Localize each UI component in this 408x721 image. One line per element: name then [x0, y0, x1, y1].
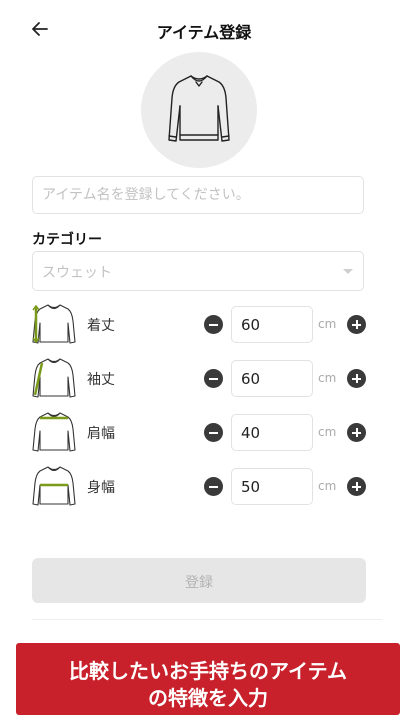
unit-label: cm	[318, 371, 337, 385]
submit-button[interactable]: 登録	[32, 558, 366, 603]
header: アイテム登録	[0, 0, 408, 60]
sweatshirt-shoulder-icon	[32, 412, 76, 452]
measure-row-chest: 身幅 cm	[0, 465, 408, 509]
category-selected-value: スウェット	[42, 265, 112, 281]
sweatshirt-length-icon	[32, 304, 76, 344]
banner-line-1: 比較したいお手持ちのアイテム	[69, 659, 347, 683]
measure-row-shoulder: 肩幅 cm	[0, 411, 408, 455]
length-input[interactable]	[231, 306, 313, 343]
sleeve-input[interactable]	[231, 360, 313, 397]
divider	[32, 619, 382, 620]
increment-button[interactable]	[347, 423, 366, 442]
unit-label: cm	[318, 479, 337, 493]
shoulder-input[interactable]	[231, 414, 313, 451]
sweatshirt-sleeve-icon	[32, 358, 76, 398]
increment-button[interactable]	[347, 477, 366, 496]
category-select[interactable]: スウェット	[32, 251, 364, 291]
category-label: カテゴリー	[32, 232, 102, 248]
sweatshirt-chest-icon	[32, 466, 76, 506]
decrement-button[interactable]	[204, 315, 223, 334]
chevron-down-icon	[343, 269, 353, 274]
increment-button[interactable]	[347, 369, 366, 388]
measure-label: 袖丈	[87, 372, 115, 388]
decrement-button[interactable]	[204, 477, 223, 496]
item-name-input[interactable]	[32, 176, 364, 214]
sweatshirt-icon	[168, 75, 230, 142]
item-photo[interactable]	[141, 52, 257, 168]
measure-row-length: 着丈 cm	[0, 303, 408, 347]
decrement-button[interactable]	[204, 423, 223, 442]
unit-label: cm	[318, 317, 337, 331]
chest-input[interactable]	[231, 468, 313, 505]
banner-line-2: の特徴を入力	[148, 686, 268, 710]
submit-button-label: 登録	[185, 575, 213, 591]
increment-button[interactable]	[347, 315, 366, 334]
measure-label: 肩幅	[87, 426, 115, 442]
measure-label: 身幅	[87, 480, 115, 496]
measure-label: 着丈	[87, 318, 115, 334]
page-title: アイテム登録	[156, 23, 252, 42]
decrement-button[interactable]	[204, 369, 223, 388]
unit-label: cm	[318, 425, 337, 439]
measure-row-sleeve: 袖丈 cm	[0, 357, 408, 401]
caption-banner: 比較したいお手持ちのアイテム の特徴を入力	[16, 643, 400, 715]
